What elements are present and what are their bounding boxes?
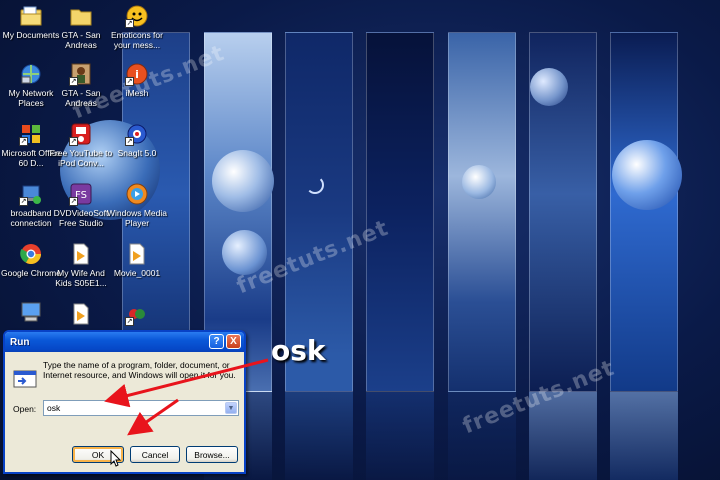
- open-label: Open:: [13, 404, 37, 414]
- computer-icon: [19, 300, 43, 324]
- run-dialog-title: Run: [10, 336, 30, 348]
- desktop-icon-dvdvideosoft[interactable]: FS ↗ DVDVideoSoft Free Studio: [50, 180, 112, 240]
- icon-label: DVDVideoSoft Free Studio: [53, 208, 109, 228]
- desktop-icon-my-wife-and-kids[interactable]: My Wife And Kids S05E1...: [50, 240, 112, 300]
- desktop-icon-free-youtube-to-ipod[interactable]: ↗ Free YouTube to iPod Conv...: [50, 120, 112, 180]
- folder-documents-icon: [19, 4, 43, 28]
- youtube-converter-icon: ↗: [69, 122, 93, 146]
- icon-label: GTA - San Andreas: [61, 88, 101, 108]
- desktop-icon-imesh[interactable]: i ↗ iMesh: [106, 60, 168, 120]
- icon-label: iMesh: [125, 88, 149, 98]
- icon-label: Emoticons for your mess...: [111, 30, 163, 50]
- close-button[interactable]: X: [226, 334, 241, 349]
- help-button[interactable]: ?: [209, 334, 224, 349]
- shortcut-arrow-icon: ↗: [69, 77, 78, 86]
- video-file-icon: [125, 242, 149, 266]
- desktop-icon-snagit[interactable]: ↗ SnagIt 5.0: [106, 120, 168, 180]
- wallpaper-reflection: [366, 392, 434, 480]
- moon-image: [306, 176, 324, 194]
- imesh-icon: i ↗: [125, 62, 149, 86]
- media-player-icon: [125, 182, 149, 206]
- desktop-icon-gta-folder[interactable]: GTA - San Andreas: [50, 2, 112, 62]
- planet-image: [530, 68, 568, 106]
- chrome-icon: [19, 242, 43, 266]
- chevron-down-icon[interactable]: ▼: [225, 402, 237, 414]
- wallpaper-reflection: [285, 392, 353, 480]
- wallpaper-reflection: [610, 392, 678, 480]
- shortcut-arrow-icon: ↗: [125, 317, 134, 326]
- shortcut-arrow-icon: ↗: [125, 137, 134, 146]
- mouse-cursor-icon: [110, 449, 122, 472]
- desktop-icon-windows-media-player[interactable]: Windows Media Player: [106, 180, 168, 240]
- wallpaper-panel: [610, 32, 678, 392]
- shortcut-arrow-icon: ↗: [19, 197, 28, 206]
- shortcut-arrow-icon: ↗: [19, 137, 28, 146]
- dvdvideosoft-icon: FS ↗: [69, 182, 93, 206]
- annotation-text: osk: [271, 334, 326, 367]
- run-program-icon: [13, 368, 37, 390]
- snagit-icon: ↗: [125, 122, 149, 146]
- video-file-icon: [69, 302, 93, 326]
- shortcut-arrow-icon: ↗: [125, 77, 134, 86]
- network-icon: [19, 62, 43, 86]
- broadband-icon: ↗: [19, 182, 43, 206]
- shortcut-arrow-icon: ↗: [69, 197, 78, 206]
- icon-label: GTA - San Andreas: [61, 30, 101, 50]
- run-dialog-body: Type the name of a program, folder, docu…: [5, 352, 244, 472]
- desktop-icon-emoticons[interactable]: ↗ Emoticons for your mess...: [106, 2, 168, 62]
- office-icon: ↗: [19, 122, 43, 146]
- wallpaper-panel: [366, 32, 434, 392]
- game-icon: ↗: [69, 62, 93, 86]
- icon-label: Windows Media Player: [107, 208, 167, 228]
- icon-label: Free YouTube to iPod Conv...: [49, 148, 113, 168]
- browse-button[interactable]: Browse...: [186, 446, 238, 463]
- run-dialog: Run ? X Type the name of a program, fold…: [3, 330, 246, 474]
- wallpaper-panel: [448, 32, 516, 392]
- app-icon: ↗: [125, 302, 149, 326]
- icon-label: SnagIt 5.0: [117, 148, 157, 158]
- smiley-icon: ↗: [125, 4, 149, 28]
- desktop-icon-movie-0001[interactable]: Movie_0001: [106, 240, 168, 300]
- run-dialog-description: Type the name of a program, folder, docu…: [43, 360, 236, 380]
- desktop-icon-gta-game[interactable]: ↗ GTA - San Andreas: [50, 60, 112, 120]
- open-input[interactable]: osk ▼: [43, 400, 239, 416]
- svg-text:i: i: [135, 68, 139, 81]
- icon-label: My Wife And Kids S05E1...: [55, 268, 107, 288]
- planet-image: [212, 150, 274, 212]
- cancel-button[interactable]: Cancel: [130, 446, 180, 463]
- shortcut-arrow-icon: ↗: [125, 19, 134, 28]
- planet-image: [612, 140, 682, 210]
- folder-icon: [69, 4, 93, 28]
- icon-label: Movie_0001: [113, 268, 161, 278]
- planet-image: [462, 165, 496, 199]
- shortcut-arrow-icon: ↗: [69, 137, 78, 146]
- open-input-value: osk: [47, 403, 61, 413]
- video-file-icon: [69, 242, 93, 266]
- run-dialog-titlebar[interactable]: Run ? X: [5, 332, 244, 352]
